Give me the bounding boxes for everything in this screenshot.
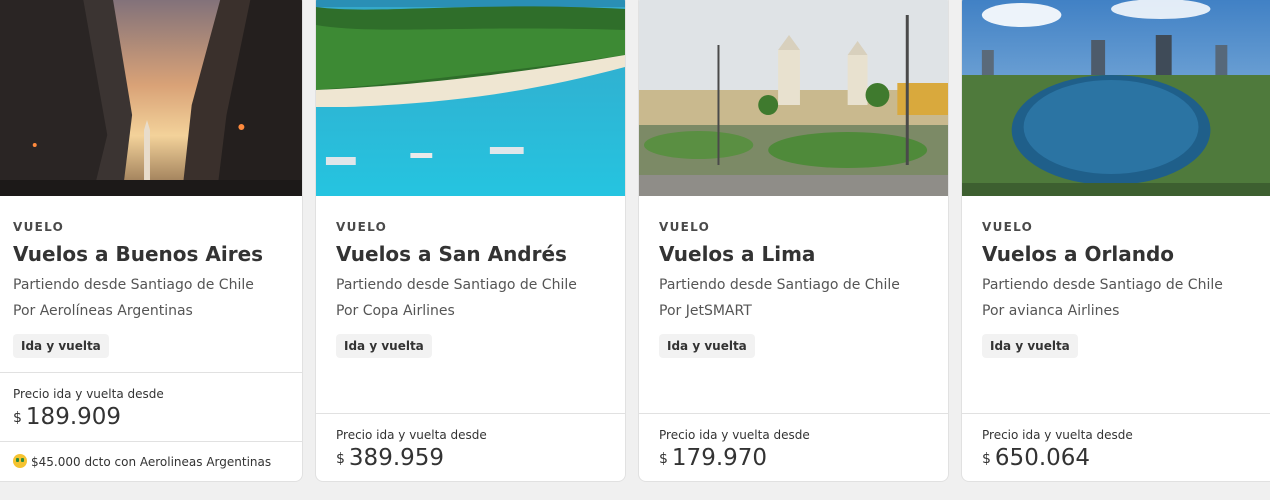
trip-type-badge: Ida y vuelta bbox=[13, 334, 109, 358]
currency-symbol: $ bbox=[659, 451, 668, 467]
price-line: $650.064 bbox=[982, 445, 1258, 471]
price-amount: 650.064 bbox=[994, 445, 1091, 471]
money-face-icon bbox=[13, 454, 27, 468]
airline-text: Por avianca Airlines bbox=[982, 303, 1120, 319]
price-block: Precio ida y vuelta desde $389.959 bbox=[316, 413, 625, 471]
origin-text: Partiendo desde Santiago de Chile bbox=[13, 277, 254, 293]
price-block: Precio ida y vuelta desde $189.909 bbox=[0, 372, 302, 430]
card-title: Vuelos a San Andrés bbox=[336, 242, 567, 266]
currency-symbol: $ bbox=[336, 451, 345, 467]
price-block: Precio ida y vuelta desde $650.064 bbox=[962, 413, 1270, 471]
card-title: Vuelos a Lima bbox=[659, 242, 816, 266]
currency-symbol: $ bbox=[982, 451, 991, 467]
promo-banner: $45.000 dcto con Aerolineas Argentinas bbox=[0, 441, 302, 469]
product-tag: VUELO bbox=[659, 220, 711, 234]
currency-symbol: $ bbox=[13, 410, 22, 426]
promo-text: $45.000 dcto con Aerolineas Argentinas bbox=[31, 455, 272, 469]
price-amount: 389.959 bbox=[348, 445, 445, 471]
product-tag: VUELO bbox=[13, 220, 65, 234]
trip-type-badge: Ida y vuelta bbox=[982, 334, 1078, 358]
price-line: $179.970 bbox=[659, 445, 928, 471]
flight-card-san-andres[interactable]: VUELO Vuelos a San Andrés Partiendo desd… bbox=[315, 0, 626, 482]
flight-card-orlando[interactable]: VUELO Vuelos a Orlando Partiendo desde S… bbox=[961, 0, 1270, 482]
trip-type-badge: Ida y vuelta bbox=[336, 334, 432, 358]
origin-text: Partiendo desde Santiago de Chile bbox=[982, 277, 1223, 293]
lima-photo bbox=[639, 0, 948, 196]
price-block: Precio ida y vuelta desde $179.970 bbox=[639, 413, 948, 471]
price-label: Precio ida y vuelta desde bbox=[659, 428, 810, 442]
price-label: Precio ida y vuelta desde bbox=[982, 428, 1133, 442]
airline-text: Por Aerolíneas Argentinas bbox=[13, 303, 193, 319]
trip-type-badge: Ida y vuelta bbox=[659, 334, 755, 358]
buenos-aires-photo bbox=[0, 0, 302, 196]
san-andres-photo bbox=[316, 0, 625, 196]
orlando-photo bbox=[962, 0, 1270, 196]
price-amount: 189.909 bbox=[25, 404, 122, 430]
price-label: Precio ida y vuelta desde bbox=[13, 387, 164, 401]
card-title: Vuelos a Buenos Aires bbox=[13, 242, 264, 266]
flight-card-lima[interactable]: VUELO Vuelos a Lima Partiendo desde Sant… bbox=[638, 0, 949, 482]
price-label: Precio ida y vuelta desde bbox=[336, 428, 487, 442]
flight-cards-row: VUELO Vuelos a Buenos Aires Partiendo de… bbox=[0, 0, 1270, 500]
origin-text: Partiendo desde Santiago de Chile bbox=[336, 277, 577, 293]
price-line: $189.909 bbox=[13, 404, 282, 430]
airline-text: Por Copa Airlines bbox=[336, 303, 455, 319]
price-line: $389.959 bbox=[336, 445, 605, 471]
flight-card-buenos-aires[interactable]: VUELO Vuelos a Buenos Aires Partiendo de… bbox=[0, 0, 303, 482]
origin-text: Partiendo desde Santiago de Chile bbox=[659, 277, 900, 293]
airline-text: Por JetSMART bbox=[659, 303, 752, 319]
product-tag: VUELO bbox=[982, 220, 1034, 234]
card-title: Vuelos a Orlando bbox=[982, 242, 1175, 266]
product-tag: VUELO bbox=[336, 220, 388, 234]
price-amount: 179.970 bbox=[671, 445, 768, 471]
